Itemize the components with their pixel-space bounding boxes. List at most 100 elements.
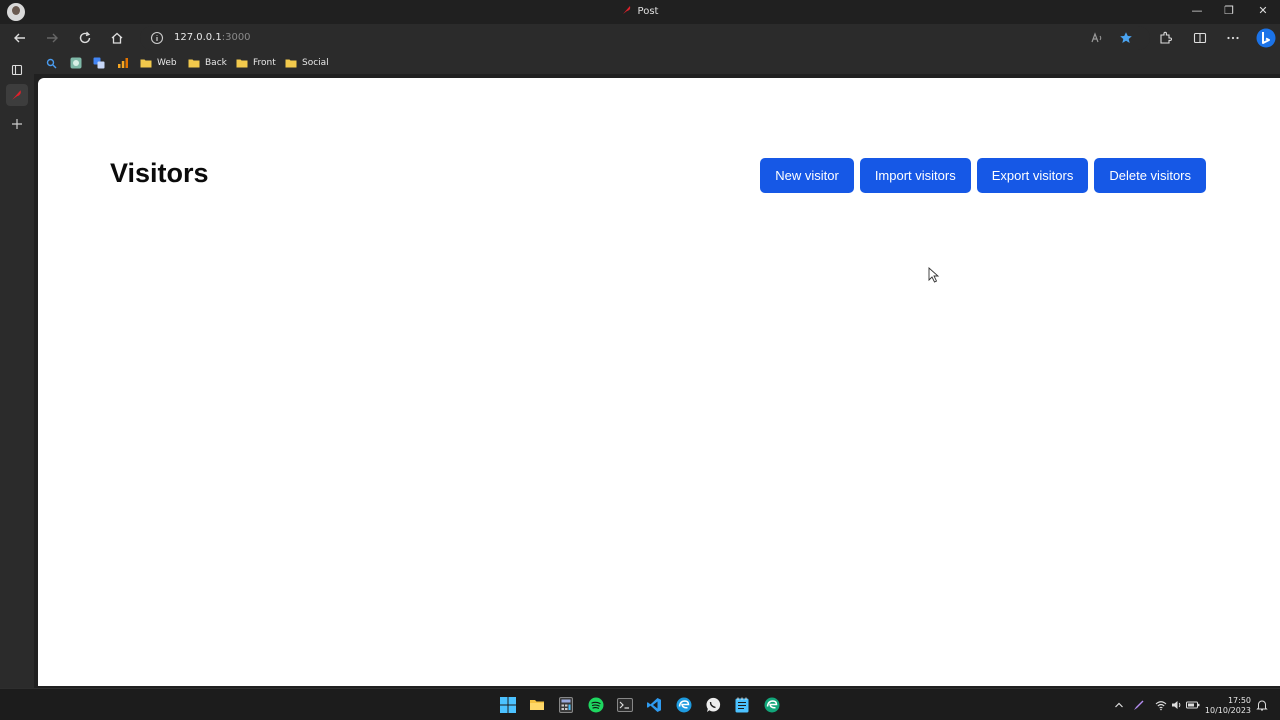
bookmark-label: Social — [302, 58, 329, 68]
tab-actions-icon — [11, 64, 23, 76]
bookmark-folder-web[interactable]: Web — [140, 55, 177, 71]
taskbar-whatsapp[interactable] — [703, 695, 723, 715]
restore-button[interactable]: ❐ — [1222, 4, 1236, 17]
translate-icon — [93, 57, 105, 69]
tray-volume-button[interactable] — [1170, 698, 1184, 712]
folder-icon — [188, 59, 200, 68]
bookmark-folder-back[interactable]: Back — [188, 55, 227, 71]
bing-icon — [1256, 28, 1276, 48]
taskbar-calculator[interactable] — [556, 695, 576, 715]
address-bar[interactable]: 127.0.0.1:3000 — [140, 26, 1150, 50]
chevron-up-icon — [1115, 702, 1123, 708]
bookmark-translate[interactable] — [93, 55, 105, 71]
minimize-button[interactable]: — — [1190, 4, 1204, 17]
whatsapp-icon — [706, 697, 721, 712]
url-port: :3000 — [221, 32, 251, 43]
speaker-icon — [1172, 701, 1181, 709]
window-title-text: Post — [637, 6, 659, 17]
wifi-icon — [1155, 701, 1167, 711]
taskbar-edge[interactable] — [674, 695, 694, 715]
split-screen-button[interactable] — [1191, 29, 1209, 47]
home-icon — [111, 32, 123, 44]
search-icon — [46, 58, 57, 68]
bookmark-folder-social[interactable]: Social — [285, 55, 329, 71]
extensions-button[interactable] — [1156, 29, 1174, 47]
import-visitors-button[interactable]: Import visitors — [859, 158, 971, 193]
calculator-icon — [559, 697, 573, 713]
bookmarks-bar: Web Back Front Social — [34, 52, 1280, 74]
bookmark-analytics[interactable] — [117, 55, 129, 71]
vertical-tab-strip — [0, 52, 34, 688]
forward-arrow-icon — [47, 33, 58, 43]
star-icon — [1120, 32, 1132, 43]
tray-pen-button[interactable] — [1132, 698, 1146, 712]
tray-wifi-button[interactable] — [1154, 698, 1168, 712]
back-button[interactable] — [11, 29, 29, 47]
bell-icon — [1256, 700, 1268, 711]
taskbar-vscode[interactable] — [644, 695, 664, 715]
window-title: Post — [0, 5, 1280, 17]
export-visitors-button[interactable]: Export visitors — [976, 158, 1089, 193]
taskbar-edge-dev[interactable] — [762, 695, 782, 715]
edge-dev-icon — [764, 697, 780, 713]
start-button[interactable] — [498, 695, 518, 715]
split-screen-icon — [1193, 32, 1207, 44]
close-window-button[interactable]: ✕ — [1256, 4, 1270, 17]
taskbar-file-explorer[interactable] — [527, 695, 547, 715]
more-dots-icon — [1227, 36, 1239, 40]
tab-actions-button[interactable] — [6, 59, 28, 81]
url-host: 127.0.0.1 — [174, 32, 222, 43]
app-favicon-icon — [70, 57, 82, 69]
tray-overflow-button[interactable] — [1112, 698, 1126, 712]
vscode-icon — [647, 698, 661, 712]
feather-icon — [622, 6, 630, 14]
new-tab-button[interactable] — [6, 113, 28, 135]
back-arrow-icon — [14, 33, 25, 43]
taskbar-terminal[interactable] — [615, 695, 635, 715]
url-text[interactable]: 127.0.0.1:3000 — [174, 32, 251, 43]
page-viewport: Visitors New visitor Import visitors Exp… — [38, 78, 1280, 686]
taskbar-spotify[interactable] — [586, 695, 606, 715]
page-title: Visitors — [110, 158, 209, 188]
folder-icon — [140, 59, 152, 68]
tray-battery-button[interactable] — [1186, 698, 1200, 712]
info-icon[interactable] — [150, 31, 164, 45]
refresh-icon — [79, 31, 91, 44]
windows-taskbar: 17:50 10/10/2023 — [0, 688, 1280, 720]
clock-date: 10/10/2023 — [1204, 706, 1251, 715]
taskbar-notepad[interactable] — [732, 695, 752, 715]
pen-icon — [1134, 700, 1144, 710]
folder-icon — [285, 59, 297, 68]
read-aloud-button[interactable] — [1088, 29, 1106, 47]
browser-toolbar: 127.0.0.1:3000 — [0, 24, 1280, 52]
tab-post[interactable] — [6, 84, 28, 106]
plus-icon — [12, 119, 22, 129]
mouse-cursor-icon — [928, 267, 940, 283]
folder-icon — [236, 59, 248, 68]
window-titlebar: Post — ❐ ✕ — [0, 0, 1280, 24]
forward-button[interactable] — [43, 29, 61, 47]
refresh-button[interactable] — [76, 29, 94, 47]
analytics-icon — [118, 58, 128, 68]
more-menu-button[interactable] — [1224, 29, 1242, 47]
favorite-button[interactable] — [1117, 29, 1135, 47]
system-clock[interactable]: 17:50 10/10/2023 — [1205, 696, 1251, 716]
windows-start-icon — [500, 697, 516, 713]
bookmark-label: Back — [205, 58, 227, 68]
bookmark-search[interactable] — [46, 55, 57, 71]
delete-visitors-button[interactable]: Delete visitors — [1094, 158, 1206, 193]
puzzle-icon — [1160, 31, 1172, 44]
bookmark-app[interactable] — [70, 55, 82, 71]
terminal-icon — [617, 698, 633, 712]
read-aloud-icon — [1091, 32, 1102, 43]
battery-icon — [1186, 701, 1200, 709]
bookmark-folder-front[interactable]: Front — [236, 55, 276, 71]
bookmark-label: Web — [157, 58, 177, 68]
file-explorer-icon — [530, 700, 544, 710]
bing-copilot-button[interactable] — [1255, 27, 1277, 49]
new-visitor-button[interactable]: New visitor — [760, 158, 854, 193]
spotify-icon — [588, 697, 604, 713]
home-button[interactable] — [108, 29, 126, 47]
notifications-button[interactable] — [1255, 698, 1269, 712]
bookmark-label: Front — [253, 58, 276, 68]
